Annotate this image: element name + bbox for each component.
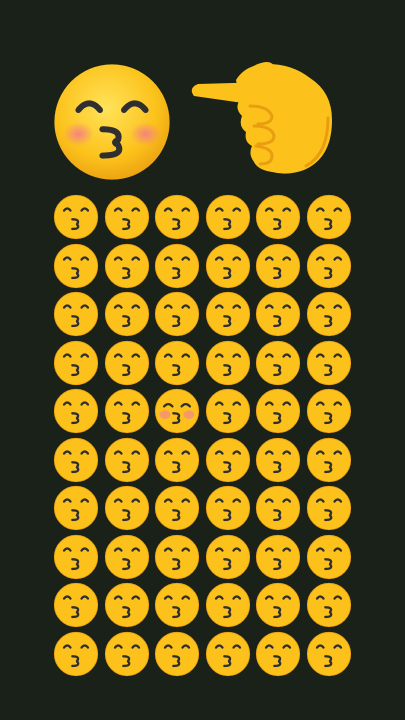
kissing-face-smiling-eyes-icon[interactable] — [51, 533, 102, 582]
kissing-face-smiling-eyes-icon[interactable] — [203, 339, 254, 388]
kissing-face-smiling-eyes-icon[interactable] — [152, 193, 203, 242]
kissing-face-smiling-eyes-icon[interactable] — [203, 290, 254, 339]
kissing-face-smiling-eyes-icon[interactable] — [102, 339, 153, 388]
kissing-face-smiling-eyes-icon[interactable] — [253, 242, 304, 291]
kissing-face-smiling-eyes-icon[interactable] — [203, 387, 254, 436]
kissing-face-smiling-eyes-icon[interactable] — [152, 290, 203, 339]
kissing-face-smiling-eyes-icon[interactable] — [253, 193, 304, 242]
kissing-face-smiling-eyes-icon[interactable] — [253, 387, 304, 436]
kissing-face-smiling-eyes-icon[interactable] — [51, 581, 102, 630]
kissing-face-smiling-eyes-icon[interactable] — [304, 484, 355, 533]
kissing-face-smiling-eyes-icon[interactable] — [51, 630, 102, 679]
kissing-face-smiling-eyes-icon[interactable] — [102, 581, 153, 630]
pointing-hand-icon — [191, 62, 332, 174]
kissing-face-smiling-eyes-icon[interactable] — [152, 484, 203, 533]
kissing-face-smiling-eyes-icon[interactable] — [203, 242, 254, 291]
kissing-face-smiling-eyes-icon[interactable] — [102, 290, 153, 339]
kissing-face-smiling-eyes-icon[interactable] — [304, 436, 355, 485]
kissing-face-smiling-eyes-icon[interactable] — [304, 630, 355, 679]
kissing-face-smiling-eyes-icon[interactable] — [152, 242, 203, 291]
kissing-face-smiling-eyes-icon[interactable] — [304, 387, 355, 436]
kissing-face-smiling-eyes-icon[interactable] — [304, 533, 355, 582]
kissing-face-smiling-eyes-icon[interactable] — [304, 581, 355, 630]
kissing-face-smiling-eyes-icon[interactable] — [51, 193, 102, 242]
kissing-face-smiling-eyes-icon[interactable] — [203, 193, 254, 242]
kissing-face-smiling-eyes-icon[interactable] — [102, 242, 153, 291]
kissing-face-smiling-eyes-icon[interactable] — [253, 436, 304, 485]
kissing-face-smiling-eyes-icon[interactable] — [51, 242, 102, 291]
kissing-face-smiling-eyes-icon[interactable] — [304, 339, 355, 388]
kissing-face-smiling-eyes-icon[interactable] — [152, 533, 203, 582]
kissing-face-smiling-eyes-icon[interactable] — [253, 581, 304, 630]
kissing-face-smiling-eyes-icon[interactable] — [304, 193, 355, 242]
kissing-face-smiling-eyes-icon[interactable] — [152, 630, 203, 679]
kissing-face-smiling-eyes-icon[interactable] — [253, 484, 304, 533]
kissing-face-smiling-eyes-icon[interactable] — [51, 484, 102, 533]
kissing-face-smiling-eyes-icon[interactable] — [102, 193, 153, 242]
kissing-face-smiling-eyes-icon[interactable] — [304, 290, 355, 339]
kissing-face-smiling-eyes-icon[interactable] — [253, 630, 304, 679]
puzzle-header — [0, 0, 405, 190]
kissing-face-smiling-eyes-icon[interactable] — [102, 387, 153, 436]
kissing-face-smiling-eyes-icon[interactable] — [152, 436, 203, 485]
kissing-face-smiling-eyes-icon[interactable] — [203, 533, 254, 582]
kissing-face-closed-eyes-icon — [54, 64, 170, 180]
kissing-face-smiling-eyes-icon[interactable] — [203, 436, 254, 485]
kissing-face-smiling-eyes-icon[interactable] — [51, 339, 102, 388]
kissing-face-smiling-eyes-icon[interactable] — [152, 581, 203, 630]
kissing-face-smiling-eyes-icon[interactable] — [152, 339, 203, 388]
kissing-face-smiling-eyes-icon[interactable] — [102, 630, 153, 679]
kissing-face-smiling-eyes-icon[interactable] — [253, 533, 304, 582]
kissing-face-smiling-eyes-icon[interactable] — [253, 339, 304, 388]
emoji-grid — [51, 193, 355, 676]
kissing-face-smiling-eyes-icon[interactable] — [102, 436, 153, 485]
kissing-face-smiling-eyes-icon[interactable] — [102, 533, 153, 582]
kissing-face-smiling-eyes-icon[interactable] — [203, 581, 254, 630]
kissing-face-smiling-eyes-icon[interactable] — [51, 290, 102, 339]
kissing-face-smiling-eyes-icon[interactable] — [203, 484, 254, 533]
kissing-face-closed-eyes-icon[interactable] — [152, 387, 203, 436]
kissing-face-smiling-eyes-icon[interactable] — [253, 290, 304, 339]
kissing-face-smiling-eyes-icon[interactable] — [51, 387, 102, 436]
kissing-face-smiling-eyes-icon[interactable] — [51, 436, 102, 485]
kissing-face-smiling-eyes-icon[interactable] — [203, 630, 254, 679]
kissing-face-smiling-eyes-icon[interactable] — [102, 484, 153, 533]
kissing-face-smiling-eyes-icon[interactable] — [304, 242, 355, 291]
